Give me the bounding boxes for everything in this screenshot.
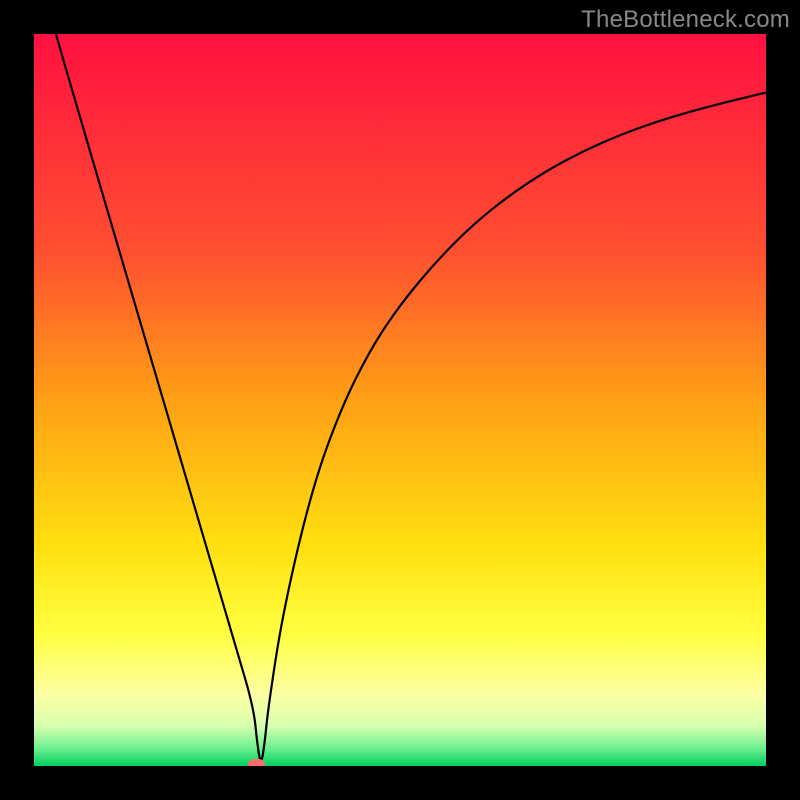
chart-frame: TheBottleneck.com — [0, 0, 800, 800]
watermark-text: TheBottleneck.com — [581, 6, 790, 34]
gradient-background — [34, 34, 766, 766]
plot-area — [34, 34, 766, 766]
bottleneck-chart — [34, 34, 766, 766]
